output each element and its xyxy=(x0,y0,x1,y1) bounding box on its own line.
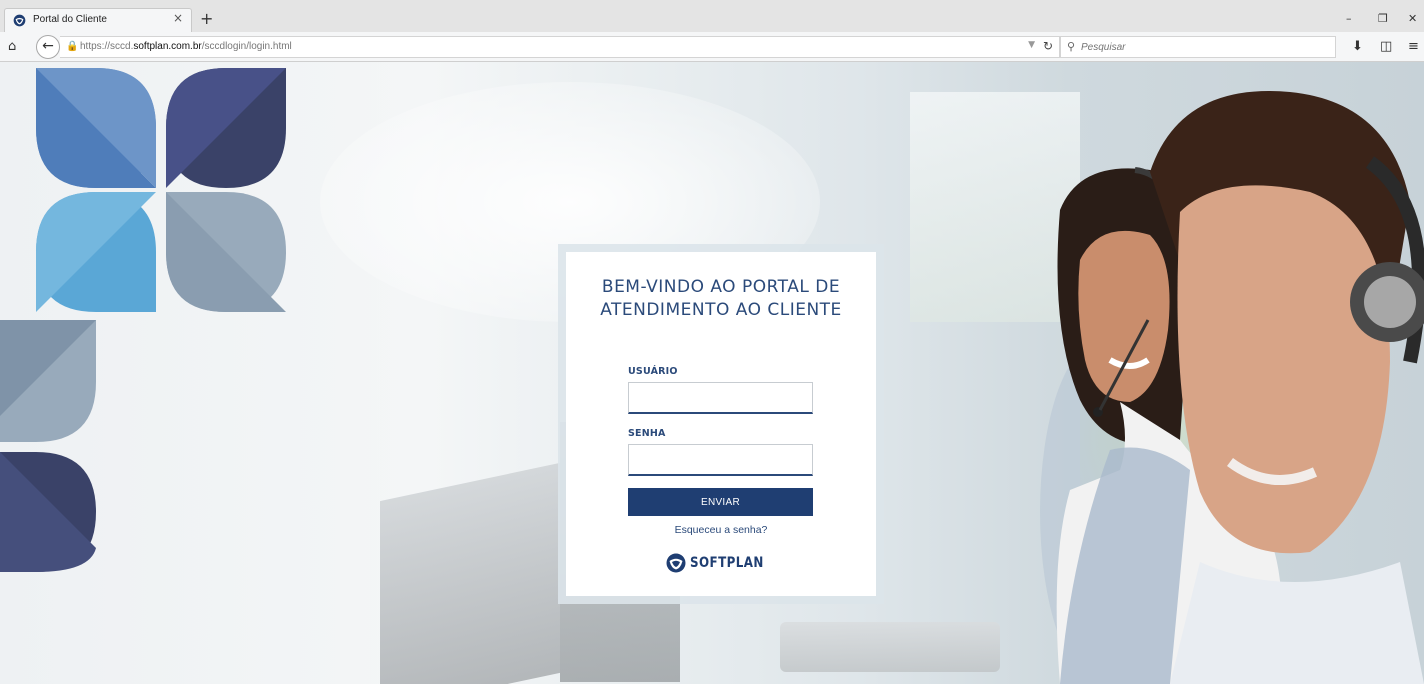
search-bar[interactable]: ⚲ xyxy=(1060,36,1336,58)
login-title-line2: ATENDIMENTO AO CLIENTE xyxy=(600,300,842,320)
login-card: BEM-VINDO AO PORTAL DE ATENDIMENTO AO CL… xyxy=(566,252,876,596)
softplan-favicon-icon xyxy=(13,14,26,27)
username-label: USUÁRIO xyxy=(628,366,678,377)
password-label: SENHA xyxy=(628,428,666,439)
petal-blue xyxy=(36,68,156,188)
petal-grey xyxy=(166,192,286,312)
petal-navy-small xyxy=(0,452,96,572)
url-text[interactable]: https://sccd.softplan.com.br/sccdlogin/l… xyxy=(80,41,292,52)
reload-icon[interactable]: ↻ xyxy=(1043,39,1053,53)
petal-grey-small xyxy=(0,320,96,442)
petal-light-blue xyxy=(36,192,156,312)
softplan-brand-name: SOFTPLAN xyxy=(689,554,764,571)
tab-bar: Portal do Cliente × + – ❐ ✕ xyxy=(0,0,1424,32)
login-page-background: BEM-VINDO AO PORTAL DE ATENDIMENTO AO CL… xyxy=(0,62,1424,684)
background-keyboard xyxy=(780,622,1000,672)
navigation-bar: ⌂ ← 🔒 https://sccd.softplan.com.br/sccdl… xyxy=(0,32,1424,62)
decorative-petals xyxy=(0,68,286,572)
search-icon: ⚲ xyxy=(1067,40,1076,53)
sidebar-icon[interactable]: ◫ xyxy=(1380,39,1392,54)
menu-icon[interactable]: ≡ xyxy=(1408,39,1419,54)
home-icon[interactable]: ⌂ xyxy=(8,39,16,54)
tab-title: Portal do Cliente xyxy=(33,14,107,25)
login-title-line1: BEM-VINDO AO PORTAL DE xyxy=(601,277,841,297)
close-icon[interactable]: ✕ xyxy=(1408,12,1417,25)
browser-tab[interactable]: Portal do Cliente × xyxy=(4,8,192,32)
minimize-icon[interactable]: – xyxy=(1346,12,1352,25)
download-icon[interactable]: ⬇ xyxy=(1352,39,1363,54)
tab-close-icon[interactable]: × xyxy=(173,11,183,25)
new-tab-button[interactable]: + xyxy=(200,10,213,28)
restore-icon[interactable]: ❐ xyxy=(1378,12,1388,25)
forgot-password-link[interactable]: Esqueceu a senha? xyxy=(566,524,876,536)
softplan-logo: SOFTPLAN xyxy=(566,552,876,576)
petal-dark xyxy=(166,68,286,188)
login-title: BEM-VINDO AO PORTAL DE ATENDIMENTO AO CL… xyxy=(566,276,876,322)
submit-button[interactable]: ENVIAR xyxy=(628,488,813,516)
password-field[interactable] xyxy=(628,444,813,476)
username-field[interactable] xyxy=(628,382,813,414)
background-monitor xyxy=(380,462,560,684)
man-with-headset-image xyxy=(1150,91,1424,684)
softplan-logo-icon xyxy=(666,553,686,572)
search-input[interactable] xyxy=(1081,38,1331,56)
address-bar[interactable]: 🔒 https://sccd.softplan.com.br/sccdlogin… xyxy=(60,36,1060,58)
url-dropdown-icon[interactable]: ▼ xyxy=(1028,40,1035,50)
lock-icon: 🔒 xyxy=(66,41,79,52)
back-arrow-icon[interactable]: ← xyxy=(36,35,60,59)
